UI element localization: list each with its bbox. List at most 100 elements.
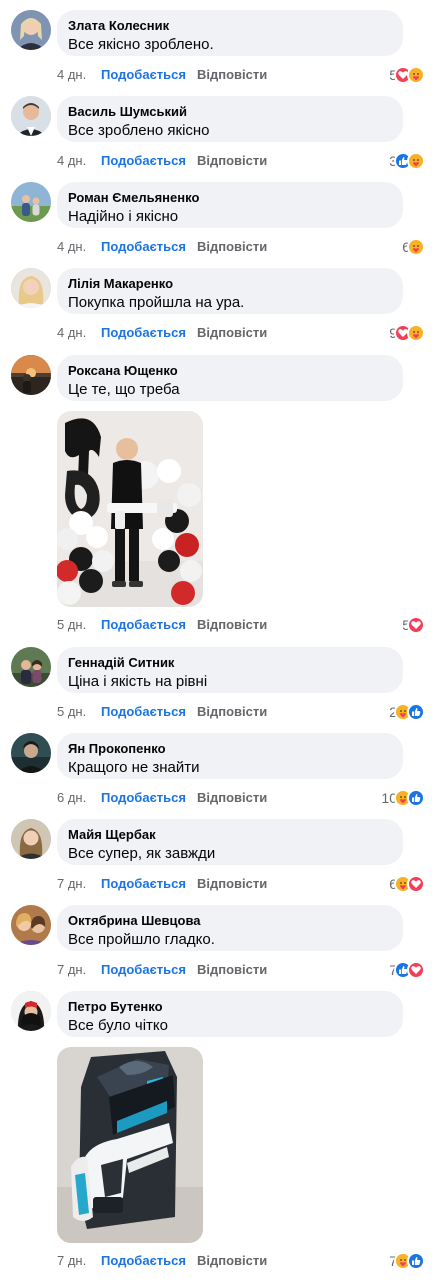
comment-time[interactable]: 7 дн. xyxy=(57,960,86,980)
comment-bubble: Геннадій Ситник Ціна і якість на рівні xyxy=(57,647,403,693)
comment-bubble: Злата Колесник Все якісно зроблено. xyxy=(57,10,403,56)
comment-actions: 5 дн. Подобається Відповісти 2 xyxy=(57,702,429,722)
comment-text: Все було чітко xyxy=(68,1017,168,1034)
reply-link[interactable]: Відповісти xyxy=(197,151,267,171)
comment-actions: 7 дн. Подобається Відповісти 7 xyxy=(57,1251,429,1271)
comment-bubble: Октябрина Шевцова Все пройшло гладко. xyxy=(57,905,403,951)
reaction-summary[interactable]: 6 xyxy=(402,237,425,257)
like-link[interactable]: Подобається xyxy=(101,702,186,722)
water-gun-box-photo[interactable] xyxy=(57,1047,203,1243)
comment-actions: 6 дн. Подобається Відповісти 10 xyxy=(57,788,429,808)
reply-link[interactable]: Відповісти xyxy=(197,1251,267,1271)
child-birthday-photo[interactable] xyxy=(57,411,203,607)
care-icon xyxy=(407,66,425,84)
comment-actions: 4 дн. Подобається Відповісти 5 xyxy=(57,65,429,85)
care-icon xyxy=(407,324,425,342)
comment-bubble: Майя Щербак Все супер, як завжди xyxy=(57,819,403,865)
comment-author[interactable]: Лілія Макаренко xyxy=(68,276,391,292)
comment-author[interactable]: Злата Колесник xyxy=(68,18,391,34)
reaction-summary[interactable]: 2 xyxy=(389,702,425,722)
reaction-summary[interactable]: 10 xyxy=(381,788,425,808)
comment-bubble: Роксана Ющенко Це те, що треба xyxy=(57,355,403,401)
comment-time[interactable]: 7 дн. xyxy=(57,874,86,894)
avatar[interactable] xyxy=(11,991,51,1031)
comment-actions: 7 дн. Подобається Відповісти 7 xyxy=(57,960,429,980)
reply-link[interactable]: Відповісти xyxy=(197,323,267,343)
heart-icon xyxy=(407,616,425,634)
comment-author[interactable]: Роксана Ющенко xyxy=(68,363,391,379)
comment-bubble: Петро Бутенко Все було чітко xyxy=(57,991,403,1037)
comment-time[interactable]: 5 дн. xyxy=(57,702,86,722)
reply-link[interactable]: Відповісти xyxy=(197,702,267,722)
like-link[interactable]: Подобається xyxy=(101,65,186,85)
comment-time[interactable]: 4 дн. xyxy=(57,151,86,171)
comment-bubble: Василь Шумський Все зроблено якісно xyxy=(57,96,403,142)
comment-author[interactable]: Роман Ємельяненко xyxy=(68,190,391,206)
avatar[interactable] xyxy=(11,96,51,136)
reply-link[interactable]: Відповісти xyxy=(197,237,267,257)
avatar[interactable] xyxy=(11,355,51,395)
comment-time[interactable]: 5 дн. xyxy=(57,615,86,635)
avatar[interactable] xyxy=(11,905,51,945)
reaction-summary[interactable]: 3 xyxy=(389,151,425,171)
comment-actions: 7 дн. Подобається Відповісти 6 xyxy=(57,874,429,894)
like-icon xyxy=(407,1252,425,1270)
reaction-summary[interactable]: 5 xyxy=(389,65,425,85)
like-icon xyxy=(407,789,425,807)
avatar[interactable] xyxy=(11,10,51,50)
comment-author[interactable]: Василь Шумський xyxy=(68,104,391,120)
heart-icon xyxy=(407,961,425,979)
comment-author[interactable]: Октябрина Шевцова xyxy=(68,913,391,929)
avatar[interactable] xyxy=(11,819,51,859)
like-link[interactable]: Подобається xyxy=(101,1251,186,1271)
reply-link[interactable]: Відповісти xyxy=(197,874,267,894)
reaction-summary[interactable]: 7 xyxy=(389,960,425,980)
care-icon xyxy=(407,152,425,170)
avatar[interactable] xyxy=(11,733,51,773)
comment-time[interactable]: 4 дн. xyxy=(57,237,86,257)
comment-time[interactable]: 6 дн. xyxy=(57,788,86,808)
like-link[interactable]: Подобається xyxy=(101,237,186,257)
like-icon xyxy=(407,703,425,721)
comment-author[interactable]: Петро Бутенко xyxy=(68,999,391,1015)
comment-time[interactable]: 4 дн. xyxy=(57,323,86,343)
comment-author[interactable]: Ян Прокопенко xyxy=(68,741,391,757)
like-link[interactable]: Подобається xyxy=(101,323,186,343)
comment-author[interactable]: Майя Щербак xyxy=(68,827,391,843)
comment-actions: 5 дн. Подобається Відповісти 5 xyxy=(57,615,429,635)
comment-text: Все зроблено якісно xyxy=(68,122,210,139)
heart-icon xyxy=(407,875,425,893)
comment-bubble: Роман Ємельяненко Надійно і якісно xyxy=(57,182,403,228)
avatar[interactable] xyxy=(11,182,51,222)
comment-bubble: Лілія Макаренко Покупка пройшла на ура. xyxy=(57,268,403,314)
comment-text: Покупка пройшла на ура. xyxy=(68,294,245,311)
like-link[interactable]: Подобається xyxy=(101,151,186,171)
comment-text: Все якісно зроблено. xyxy=(68,36,214,53)
avatar[interactable] xyxy=(11,647,51,687)
comment-text: Все супер, як завжди xyxy=(68,845,216,862)
like-link[interactable]: Подобається xyxy=(101,615,186,635)
reply-link[interactable]: Відповісти xyxy=(197,960,267,980)
reaction-summary[interactable]: 5 xyxy=(402,615,425,635)
comment-bubble: Ян Прокопенко Кращого не знайти xyxy=(57,733,403,779)
comment-actions: 4 дн. Подобається Відповісти 3 xyxy=(57,151,429,171)
reaction-summary[interactable]: 9 xyxy=(389,323,425,343)
reaction-summary[interactable]: 6 xyxy=(389,874,425,894)
like-link[interactable]: Подобається xyxy=(101,874,186,894)
comment-text: Ціна і якість на рівні xyxy=(68,673,208,690)
reply-link[interactable]: Відповісти xyxy=(197,788,267,808)
like-link[interactable]: Подобається xyxy=(101,960,186,980)
comment-text: Кращого не знайти xyxy=(68,759,200,776)
comment-text: Все пройшло гладко. xyxy=(68,931,215,948)
comment-actions: 4 дн. Подобається Відповісти 6 xyxy=(57,237,429,257)
reaction-summary[interactable]: 7 xyxy=(389,1251,425,1271)
avatar[interactable] xyxy=(11,268,51,308)
reply-link[interactable]: Відповісти xyxy=(197,615,267,635)
comment-time[interactable]: 7 дн. xyxy=(57,1251,86,1271)
comment-text: Це те, що треба xyxy=(68,381,180,398)
comment-text: Надійно і якісно xyxy=(68,208,179,225)
reply-link[interactable]: Відповісти xyxy=(197,65,267,85)
comment-time[interactable]: 4 дн. xyxy=(57,65,86,85)
like-link[interactable]: Подобається xyxy=(101,788,186,808)
comment-author[interactable]: Геннадій Ситник xyxy=(68,655,391,671)
